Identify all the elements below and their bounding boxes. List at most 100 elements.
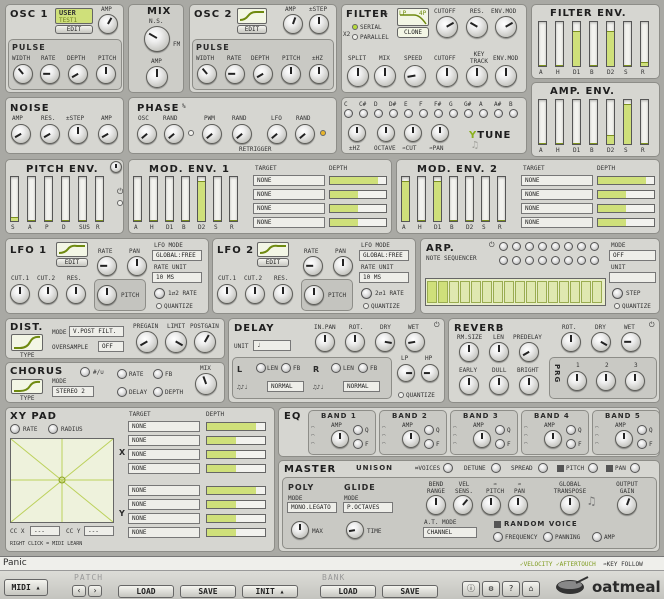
target-select[interactable]: NONE <box>128 421 200 432</box>
lfo2-rate2-knob[interactable] <box>361 288 372 299</box>
arp-seq-knob[interactable] <box>499 256 508 265</box>
tune-note-knob[interactable] <box>419 109 428 118</box>
filter_env-slider[interactable] <box>538 21 547 67</box>
osc1-rate-knob[interactable] <box>40 64 60 84</box>
master-panning-knob[interactable] <box>543 532 553 542</box>
mix-amp-knob[interactable] <box>146 66 168 88</box>
bank-load-button[interactable]: LOAD <box>320 585 376 598</box>
lfo1-pitch-knob[interactable] <box>97 285 117 305</box>
chorus-delay-knob[interactable] <box>117 387 127 397</box>
phase-rand3-knob[interactable] <box>295 124 315 144</box>
arp-unit-select[interactable] <box>609 272 656 283</box>
osc1-wave-display[interactable]: USER TEST1 <box>55 8 93 24</box>
filter-res-knob[interactable] <box>466 16 488 38</box>
panic-button[interactable]: Panic <box>3 558 27 568</box>
osc2-rate-knob[interactable] <box>225 64 245 84</box>
delay-inpan-knob[interactable] <box>315 332 335 352</box>
mod_env1-slider[interactable] <box>213 176 222 222</box>
amp_env-slider[interactable] <box>606 99 615 145</box>
arp-step-cell[interactable] <box>493 281 503 303</box>
eq-amp-knob[interactable] <box>473 430 491 448</box>
delay-l-normal-select[interactable]: NORMAL <box>267 381 304 392</box>
lfo1-wave-display[interactable] <box>56 242 88 257</box>
pitch_env-slider[interactable] <box>78 176 87 222</box>
chorus-depth-knob[interactable] <box>153 387 163 397</box>
chorus-rate-knob[interactable] <box>117 369 127 379</box>
noise-amp2-knob[interactable] <box>98 124 118 144</box>
arp-seq-knob[interactable] <box>538 256 547 265</box>
phase-lfo-knob[interactable] <box>267 124 287 144</box>
arp-seq-knob[interactable] <box>512 242 521 251</box>
target-select[interactable]: NONE <box>253 175 325 186</box>
dist-pregain-knob[interactable] <box>136 331 158 353</box>
patch-save-button[interactable]: SAVE <box>180 585 236 598</box>
osc1-depth-knob[interactable] <box>68 64 88 84</box>
delay-rot-knob[interactable] <box>345 332 365 352</box>
tune-note-knob[interactable] <box>449 109 458 118</box>
arp-seq-knob[interactable] <box>590 256 599 265</box>
arp-step-cell[interactable] <box>471 281 481 303</box>
tune-pan-knob[interactable] <box>431 124 449 142</box>
delay-power-icon[interactable]: ⏻ <box>434 322 440 329</box>
noise-step-knob[interactable] <box>68 124 88 144</box>
master-vel-knob[interactable] <box>453 495 473 515</box>
lfo2-rate-knob[interactable] <box>303 256 323 276</box>
tune-hz-knob[interactable] <box>348 124 366 142</box>
chorus-mix-knob[interactable] <box>195 373 217 395</box>
target-select[interactable]: NONE <box>521 203 593 214</box>
target-select[interactable]: NONE <box>128 513 200 524</box>
arp-step-cell[interactable] <box>581 281 591 303</box>
noise-res-knob[interactable] <box>40 124 60 144</box>
toolbar-help-button[interactable]: ? <box>502 581 520 597</box>
tune-note-knob[interactable] <box>494 109 503 118</box>
lfo2-mode-select[interactable]: GLOBAL:FREE <box>359 250 409 261</box>
lfo2-wave-display[interactable] <box>257 242 289 257</box>
osc1-edit-button[interactable]: EDIT <box>55 25 93 34</box>
target-select[interactable]: NONE <box>521 217 593 228</box>
delay-unit-select[interactable]: ♩ <box>253 340 291 351</box>
lfo1-rate-knob[interactable] <box>97 256 117 276</box>
arp-step-cell[interactable] <box>537 281 547 303</box>
lfo1-unit-select[interactable]: 10 MS <box>152 272 202 283</box>
reverb-rmsize-knob[interactable] <box>459 342 479 362</box>
depth-slider[interactable] <box>206 528 266 537</box>
filter_env-slider[interactable] <box>623 21 632 67</box>
status-keyfollow[interactable]: ♒KEY FOLLOW <box>603 561 643 568</box>
master-global-knob[interactable] <box>560 495 580 515</box>
reverb-prg1-knob[interactable] <box>567 371 587 391</box>
chorus-param-knob[interactable] <box>80 367 90 377</box>
tune-note-knob[interactable] <box>359 109 368 118</box>
lfo1-pan-knob[interactable] <box>127 256 147 276</box>
eq-q-knob[interactable] <box>353 425 363 435</box>
arp-seq-knob[interactable] <box>551 242 560 251</box>
pitch_env-slider[interactable] <box>44 176 53 222</box>
depth-slider[interactable] <box>206 422 266 431</box>
tune-note-knob[interactable] <box>434 109 443 118</box>
target-select[interactable]: NONE <box>128 435 200 446</box>
reverb-bright-knob[interactable] <box>519 375 539 395</box>
lfo2-pan-knob[interactable] <box>333 256 353 276</box>
arp-step-cell[interactable] <box>438 281 448 303</box>
master-at-select[interactable]: CHANNEL <box>423 527 477 538</box>
depth-slider[interactable] <box>597 190 655 199</box>
lfo1-cut1-knob[interactable] <box>10 284 30 304</box>
osc2-step-knob[interactable] <box>309 14 329 34</box>
arp-step-cell[interactable] <box>504 281 514 303</box>
pitch-env-led[interactable] <box>117 200 123 206</box>
osc2-wave-display[interactable] <box>237 8 267 24</box>
arp-seq-knob[interactable] <box>577 256 586 265</box>
target-select[interactable]: NONE <box>128 527 200 538</box>
reverb-prg2-knob[interactable] <box>596 371 616 391</box>
mod_env2-slider[interactable] <box>481 176 490 222</box>
master-random-checkbox[interactable] <box>494 521 501 528</box>
master-max-knob[interactable] <box>291 521 309 539</box>
arp-seq-knob[interactable] <box>564 256 573 265</box>
amp_env-slider[interactable] <box>538 99 547 145</box>
master-pitch2-knob[interactable] <box>481 495 501 515</box>
osc2-amp-knob[interactable] <box>283 14 303 34</box>
amp_env-slider[interactable] <box>555 99 564 145</box>
mod_env1-slider[interactable] <box>181 176 190 222</box>
xypad-rate-knob[interactable] <box>10 424 20 434</box>
eq-f-knob[interactable] <box>637 439 647 449</box>
eq-q-knob[interactable] <box>566 425 576 435</box>
